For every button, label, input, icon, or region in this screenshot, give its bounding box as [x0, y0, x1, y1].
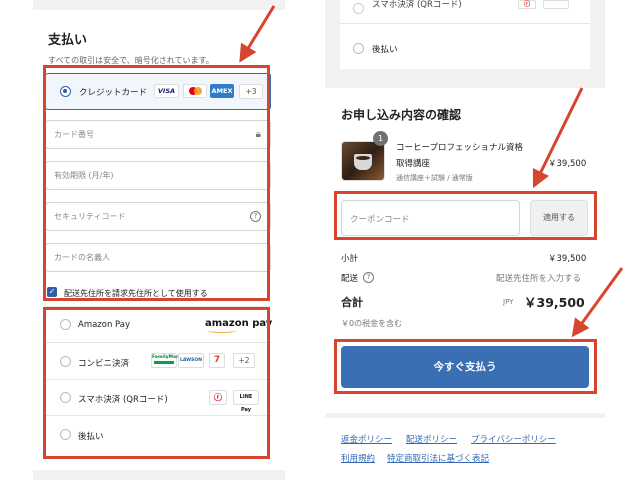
- annotation-arrows: [239, 5, 624, 338]
- arrow: [239, 5, 276, 63]
- arrow: [532, 87, 584, 189]
- arrow: [571, 267, 624, 338]
